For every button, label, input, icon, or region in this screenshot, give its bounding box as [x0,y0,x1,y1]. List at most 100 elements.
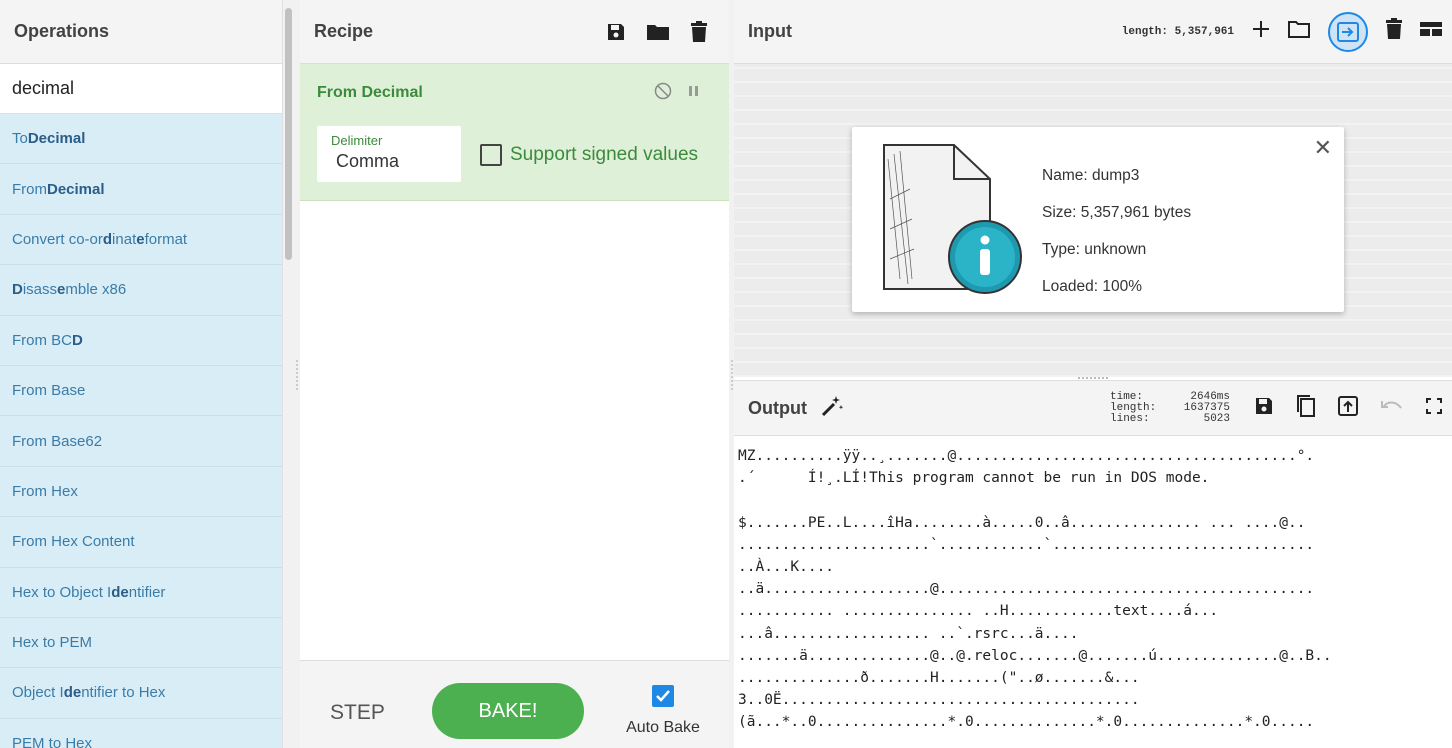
operations-search-input[interactable]: decimal [0,64,282,114]
auto-bake-toggle[interactable]: Auto Bake [618,685,708,737]
operation-match-highlight: Decimal [47,180,105,198]
io-panel: Input length: 5,357,961 Name: dump3 Size… [734,0,1452,748]
clear-recipe-trash-icon[interactable] [690,20,708,43]
operation-list-item[interactable]: From Base62 [0,416,282,467]
operation-match-highlight: d [102,230,113,248]
output-line: ........... ............... ..H.........… [738,603,1219,620]
recipe-operation-title: From Decimal [317,84,423,101]
operation-label-text: ntifier to Hex [81,684,166,702]
open-folder-icon[interactable] [1288,20,1310,43]
operation-list-item[interactable]: From Hex Content [0,517,282,568]
output-line: .´ Í!¸.LÍ!This program cannot be run in … [738,470,1210,487]
support-signed-values-checkbox[interactable] [480,144,502,166]
operation-label-text: ntifier [128,583,166,601]
operations-panel: Operations decimal To Decimal From Decima… [0,0,294,748]
bake-button[interactable]: BAKE! [432,683,584,739]
operation-label-text: Convert co-or [12,230,103,248]
operation-list-item[interactable]: PEM to Hex [0,718,282,748]
operations-scrollbar[interactable] [282,0,294,748]
magic-wand-icon[interactable] [819,393,845,424]
operation-label-text: Object I [12,684,64,702]
operation-label-text: inat [112,230,137,248]
operation-label-text: PEM to Hex [12,734,93,748]
operation-label-text: From [12,180,47,198]
operation-list-item[interactable]: From Base [0,365,282,417]
input-header: Input length: 5,357,961 [734,0,1452,64]
file-type: Type: unknown [1042,241,1147,258]
auto-bake-checkbox[interactable] [652,685,674,707]
delimiter-label: Delimiter [331,133,383,148]
operation-match-highlight: D [72,331,83,349]
operation-list-item[interactable]: Convert co-or d inat e format [0,214,282,266]
undo-icon[interactable] [1380,398,1404,419]
operation-label-text: From Base62 [12,432,103,450]
save-output-icon[interactable] [1254,396,1274,421]
operation-list-item[interactable]: From Decimal [0,164,282,215]
operation-match-highlight: Decimal [27,130,86,148]
input-length: length: 5,357,961 [1121,25,1234,38]
output-time-value: 2646ms [1190,390,1230,403]
operations-scrollbar-thumb[interactable] [285,8,292,260]
operation-label-text: From BC [12,331,72,349]
load-recipe-folder-icon[interactable] [646,22,670,42]
output-lines-value: 5023 [1203,412,1230,425]
support-signed-values-option[interactable]: Support signed values [480,144,698,166]
output-line: ......................`............`....… [738,536,1315,553]
operation-match-highlight: D [12,281,23,299]
operation-match-highlight: de [111,583,129,601]
operation-list-item[interactable]: Hex to PEM [0,617,282,669]
close-icon[interactable]: ✕ [1314,135,1332,161]
replace-input-with-output-icon[interactable] [1338,395,1358,421]
input-title: Input [748,21,792,41]
output-length-value: 1637375 [1183,401,1230,414]
bake-bar: STEP BAKE! Auto Bake [300,660,730,748]
operation-label-text: From Base [12,382,86,400]
operation-list-item[interactable]: From BC D [0,315,282,366]
operation-list-item[interactable]: Object Ide ntifier to Hex [0,668,282,719]
output-line: ...â.................. ..`.rsrc...ä.... [738,625,1079,642]
step-button[interactable]: STEP [330,701,385,725]
output-line: ..ä...................@.................… [738,581,1315,598]
cyberchef-app: Operations decimal To Decimal From Decima… [0,0,1452,748]
operation-list-item[interactable]: Hex to Object Ide ntifier [0,567,282,618]
operation-list-item[interactable]: Disass e mble x86 [0,265,282,316]
checkmark-icon [656,690,670,702]
open-file-icon[interactable] [1328,11,1368,52]
disable-operation-icon[interactable] [654,82,672,105]
operation-list-item[interactable]: To Decimal [0,114,282,165]
auto-bake-label: Auto Bake [626,719,700,736]
operation-list-item[interactable]: From Hex [0,466,282,518]
operation-label-text: From Hex [12,482,78,500]
pause-operation-icon[interactable] [688,84,700,103]
operation-label-text: Hex to PEM [12,634,93,652]
operation-match-highlight: e [136,230,145,248]
output-time-label: time: [1110,390,1144,403]
maximise-icon[interactable] [1426,397,1442,419]
output-lines-label: lines: [1110,412,1150,425]
save-recipe-icon[interactable] [606,22,626,42]
io-resize-handle[interactable] [1078,377,1108,379]
recipe-panel: Recipe From Decimal Delimiter Comma Supp… [300,0,730,748]
operation-match-highlight: e [57,281,66,299]
delimiter-select[interactable]: Delimiter Comma [317,126,461,182]
clear-input-trash-icon[interactable] [1386,18,1402,45]
delimiter-value: Comma [336,151,400,171]
output-textarea[interactable]: MZ..........ÿÿ..¸.......@...............… [734,437,1452,748]
output-line: .......ä..............@..@.reloc.......@… [738,647,1332,664]
output-line: ..À...K.... [738,559,835,575]
file-size: Size: 5,357,961 bytes [1042,204,1192,221]
output-title: Output [748,397,807,418]
output-stats: time: 2646ms length: 1637375 lines: 5023 [1110,390,1230,425]
input-file-details: Name: dump3 Size: 5,357,961 bytes Type: … [852,127,1344,312]
recipe-operation-from-decimal[interactable]: From Decimal Delimiter Comma Support sig… [300,64,730,201]
copy-output-icon[interactable] [1296,394,1316,423]
reset-layout-icon[interactable] [1420,21,1442,42]
operations-title: Operations [0,0,282,64]
file-info-icon [870,139,1030,299]
add-tab-plus-icon[interactable] [1252,20,1270,43]
operation-label-text: From Hex Content [12,533,135,551]
output-line: (ã...*..0...............*.0.............… [738,714,1315,731]
recipe-header: Recipe [300,0,730,64]
input-textarea[interactable]: Name: dump3 Size: 5,357,961 bytes Type: … [734,64,1452,377]
